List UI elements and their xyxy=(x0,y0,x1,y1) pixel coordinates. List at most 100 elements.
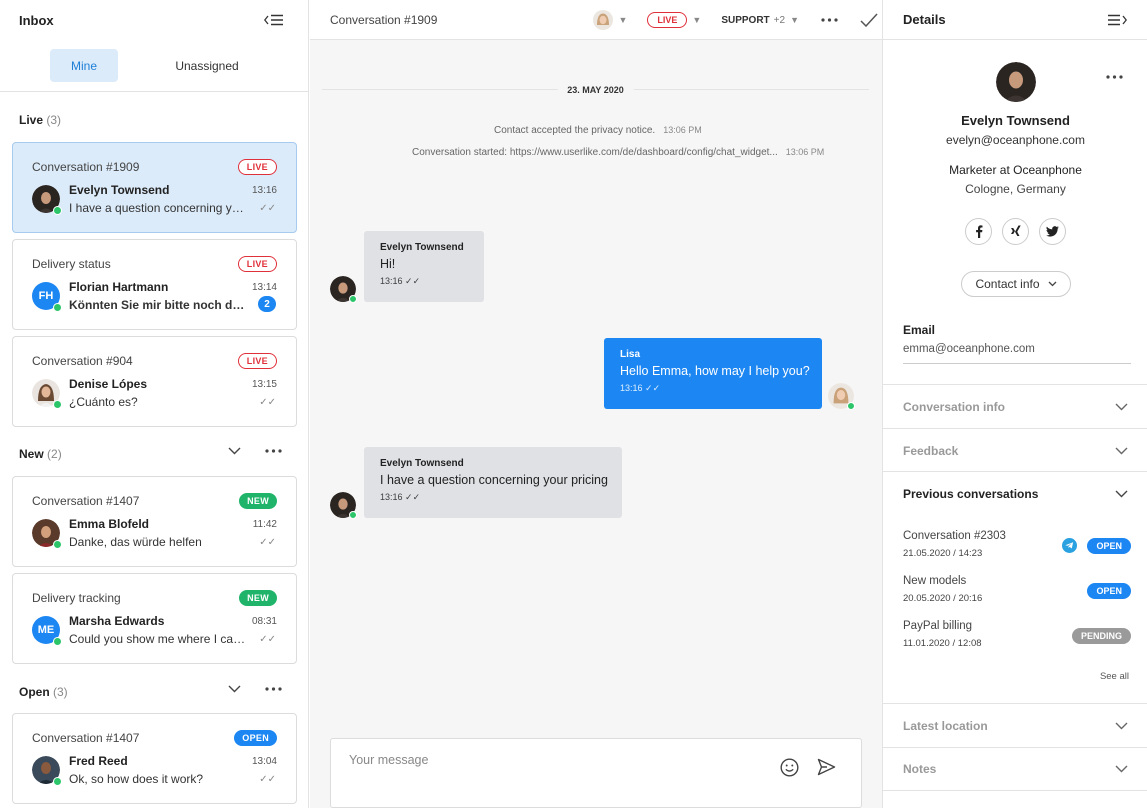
read-receipt-icon: ✓✓ xyxy=(259,203,276,214)
email-label: Email xyxy=(903,323,936,337)
message-composer xyxy=(330,738,862,808)
chevron-down-icon[interactable] xyxy=(228,447,241,455)
last-message: Could you show me where I can track my o… xyxy=(69,632,247,646)
see-all-link[interactable]: See all xyxy=(1100,671,1129,682)
contact-name: Evelyn Townsend xyxy=(69,183,170,197)
chevron-down-icon[interactable] xyxy=(228,685,241,693)
unread-count-badge: 2 xyxy=(258,296,276,312)
accordion-previous-conversations[interactable]: Previous conversations xyxy=(883,471,1147,515)
section-open-header[interactable]: Open (3) xyxy=(19,685,68,699)
facebook-icon[interactable] xyxy=(965,218,992,245)
more-options-icon[interactable] xyxy=(265,449,282,453)
accordion-conversation-info[interactable]: Conversation info xyxy=(883,384,1147,428)
chevron-down-icon: ▼ xyxy=(618,15,628,25)
accordion-feedback[interactable]: Feedback xyxy=(883,428,1147,472)
online-indicator xyxy=(53,777,62,786)
team-select[interactable]: SUPPORT +2 ▼ xyxy=(721,15,799,26)
accordion-label: Previous conversations xyxy=(903,486,1039,501)
previous-conversation-item[interactable]: PayPal billing 11.01.2020 / 12:08 PENDIN… xyxy=(903,620,1131,649)
more-options-icon[interactable] xyxy=(821,18,838,22)
accordion-label: Conversation info xyxy=(903,399,1006,414)
status-badge: LIVE xyxy=(237,159,277,175)
chevron-down-icon xyxy=(1115,722,1128,730)
conversation-card[interactable]: Conversation #1909 LIVE Evelyn Townsend … xyxy=(12,142,297,233)
conversation-card[interactable]: Conversation #1407 OPEN Fred Reed Ok, so… xyxy=(12,713,297,804)
card-title: Conversation #1909 xyxy=(32,160,140,174)
status-pill: LIVE xyxy=(647,12,688,28)
status-badge: LIVE xyxy=(237,256,277,272)
chevron-down-icon xyxy=(1115,447,1128,455)
profile-email: evelyn@oceanphone.com xyxy=(946,133,1085,147)
section-new-header[interactable]: New (2) xyxy=(19,447,62,461)
section-count: (3) xyxy=(53,685,68,699)
agent-avatar xyxy=(593,10,614,30)
conversation-card[interactable]: Delivery tracking NEW ME Marsha Edwards … xyxy=(12,573,297,664)
xing-icon[interactable] xyxy=(1002,218,1029,245)
message-text: Hi! xyxy=(380,257,396,271)
collapse-panel-icon[interactable] xyxy=(1107,14,1127,26)
send-icon[interactable] xyxy=(817,758,836,776)
conversation-card[interactable]: Conversation #1407 NEW Emma Blofeld Dank… xyxy=(12,476,297,567)
email-field[interactable]: emma@oceanphone.com xyxy=(903,343,1131,364)
message-time: 13:16 ✓✓ xyxy=(620,383,806,394)
section-live-header[interactable]: Live (3) xyxy=(19,113,61,127)
chevron-down-icon xyxy=(1115,765,1128,773)
tab-mine[interactable]: Mine xyxy=(50,49,118,82)
team-extra-count: +2 xyxy=(773,14,786,26)
contact-info-dropdown[interactable]: Contact info xyxy=(961,271,1071,297)
message-time: 08:31 xyxy=(251,616,277,627)
status-badge: OPEN xyxy=(1087,583,1131,599)
system-message: Contact accepted the privacy notice. 13:0… xyxy=(494,125,702,136)
accordion-label: Feedback xyxy=(903,443,959,458)
conversation-card[interactable]: Delivery status LIVE FH Florian Hartmann… xyxy=(12,239,297,330)
previous-conversation-item[interactable]: Conversation #2303 21.05.2020 / 14:23 OP… xyxy=(903,530,1131,559)
conversation-header: Conversation #1909 ▼ LIVE ▼ SUPPORT +2 ▼ xyxy=(310,0,882,40)
message-input[interactable] xyxy=(349,753,749,767)
date-separator: 23. MAY 2020 xyxy=(322,72,869,95)
read-receipt-icon: ✓✓ xyxy=(259,774,276,785)
status-select[interactable]: LIVE ▼ xyxy=(647,12,701,28)
status-badge: NEW xyxy=(239,493,277,509)
profile-role: Marketer at Oceanphone xyxy=(949,163,1082,177)
last-message: Könnten Sie mir bitte noch die Bestellnu… xyxy=(69,298,247,312)
message-text: Hello Emma, how may I help you? xyxy=(620,364,810,378)
accordion-notes[interactable]: Notes xyxy=(883,747,1147,791)
system-text: Conversation started: https://www.userli… xyxy=(412,147,778,158)
previous-conversation-item[interactable]: New models 20.05.2020 / 20:16 OPEN xyxy=(903,575,1131,604)
conversation-panel: Conversation #1909 ▼ LIVE ▼ SUPPORT +2 ▼ xyxy=(310,0,882,808)
time-text: 13:16 xyxy=(380,492,403,502)
contact-info-label: Contact info xyxy=(975,277,1040,291)
read-receipt-icon: ✓✓ xyxy=(259,537,276,548)
emoji-icon[interactable] xyxy=(780,758,799,777)
details-header: Details xyxy=(883,0,1147,40)
online-indicator xyxy=(53,400,62,409)
telegram-icon xyxy=(1062,538,1077,553)
tab-unassigned[interactable]: Unassigned xyxy=(162,49,252,82)
conversation-card[interactable]: Conversation #904 LIVE Denise Lópes ¿Cuá… xyxy=(12,336,297,427)
profile-name: Evelyn Townsend xyxy=(961,113,1070,128)
more-options-icon[interactable] xyxy=(265,687,282,691)
card-title: Delivery tracking xyxy=(32,591,121,605)
last-message: I have a question concerning your pricin… xyxy=(69,201,247,215)
message-time: 13:16 ✓✓ xyxy=(380,276,468,287)
status-badge: PENDING xyxy=(1071,628,1131,644)
read-receipt-icon: ✓✓ xyxy=(259,397,276,408)
system-text: Contact accepted the privacy notice. xyxy=(494,125,656,136)
section-label: New xyxy=(19,447,44,461)
twitter-icon[interactable] xyxy=(1039,218,1066,245)
incoming-message: Evelyn Townsend I have a question concer… xyxy=(364,447,622,518)
message-author: Lisa xyxy=(620,349,641,360)
resolve-check-icon[interactable] xyxy=(860,13,878,27)
assignee-select[interactable]: ▼ xyxy=(593,10,627,30)
profile-location: Cologne, Germany xyxy=(965,182,1066,196)
accordion-latest-location[interactable]: Latest location xyxy=(883,703,1147,747)
inbox-tabs: Mine Unassigned xyxy=(0,40,308,92)
chevron-down-icon xyxy=(1048,281,1057,287)
online-indicator xyxy=(53,303,62,312)
read-receipt-icon: ✓✓ xyxy=(259,634,276,645)
section-count: (3) xyxy=(46,113,62,127)
card-title: Conversation #1407 xyxy=(32,731,140,745)
more-options-icon[interactable] xyxy=(1106,75,1123,79)
status-badge: LIVE xyxy=(237,353,277,369)
collapse-panel-icon[interactable] xyxy=(264,14,284,26)
